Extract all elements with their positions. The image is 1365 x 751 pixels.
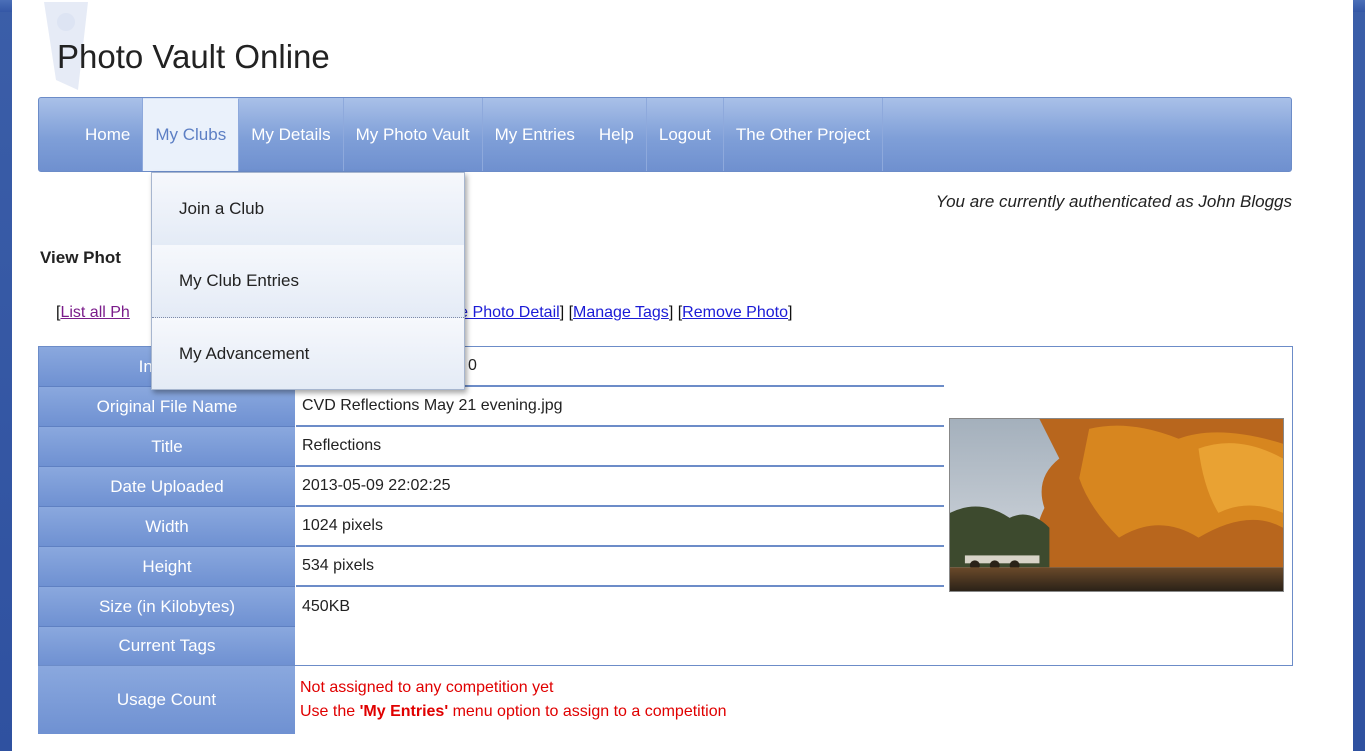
dropdown-my-advancement[interactable]: My Advancement — [152, 317, 464, 389]
manage-tags-link[interactable]: Manage Tags — [573, 304, 669, 321]
my-clubs-dropdown: Join a Club My Club Entries My Advanceme… — [151, 172, 465, 390]
nav-my-clubs[interactable]: My Clubs — [143, 98, 240, 171]
label-date-uploaded: Date Uploaded — [39, 467, 295, 507]
main-nav: Home My Clubs My Details My Photo Vault … — [38, 97, 1292, 172]
label-current-tags: Current Tags — [39, 627, 295, 665]
nav-my-photo-vault[interactable]: My Photo Vault — [344, 98, 483, 171]
usage-line-1: Not assigned to any competition yet — [300, 679, 554, 696]
label-width: Width — [39, 507, 295, 547]
value-width: 1024 pixels — [296, 507, 944, 547]
nav-other-project[interactable]: The Other Project — [724, 98, 884, 171]
usage-count-value: Not assigned to any competition yet Use … — [300, 676, 727, 724]
value-internal-text: 0 — [468, 357, 477, 374]
label-height: Height — [39, 547, 295, 587]
dropdown-join-a-club[interactable]: Join a Club — [152, 173, 464, 245]
list-all-photos-link[interactable]: List all Ph — [60, 304, 129, 321]
section-title: View Phot — [40, 248, 121, 267]
label-column: Internal Original File Name Title Date U… — [39, 347, 295, 665]
value-height: 534 pixels — [296, 547, 944, 587]
nav-my-details[interactable]: My Details — [239, 98, 344, 171]
dropdown-my-club-entries[interactable]: My Club Entries — [152, 245, 464, 317]
usage-line-2-prefix: Use the — [300, 703, 360, 720]
nav-home[interactable]: Home — [77, 98, 144, 171]
auth-status: You are currently authenticated as John … — [935, 192, 1292, 211]
nav-help[interactable]: Help — [587, 98, 647, 171]
usage-line-2: Use the 'My Entries' menu option to assi… — [300, 700, 727, 724]
nav-logout[interactable]: Logout — [647, 98, 724, 171]
value-column: 0 CVD Reflections May 21 evening.jpg Ref… — [296, 347, 944, 667]
value-original-file-name: CVD Reflections May 21 evening.jpg — [296, 387, 944, 427]
usage-line-2-bold: 'My Entries' — [359, 703, 449, 720]
value-current-tags — [296, 627, 944, 667]
site-title: Photo Vault Online — [57, 38, 330, 75]
label-original-file-name: Original File Name — [39, 387, 295, 427]
photo-thumbnail[interactable] — [949, 418, 1284, 592]
label-title: Title — [39, 427, 295, 467]
usage-line-2-suffix: menu option to assign to a competition — [448, 703, 727, 720]
value-title: Reflections — [296, 427, 944, 467]
value-date-uploaded: 2013-05-09 22:02:25 — [296, 467, 944, 507]
label-usage-count: Usage Count — [38, 666, 295, 734]
value-size: 450KB — [302, 598, 351, 615]
label-size: Size (in Kilobytes) — [39, 587, 295, 627]
remove-photo-link[interactable]: Remove Photo — [682, 304, 788, 321]
nav-my-entries[interactable]: My Entries — [483, 98, 587, 171]
